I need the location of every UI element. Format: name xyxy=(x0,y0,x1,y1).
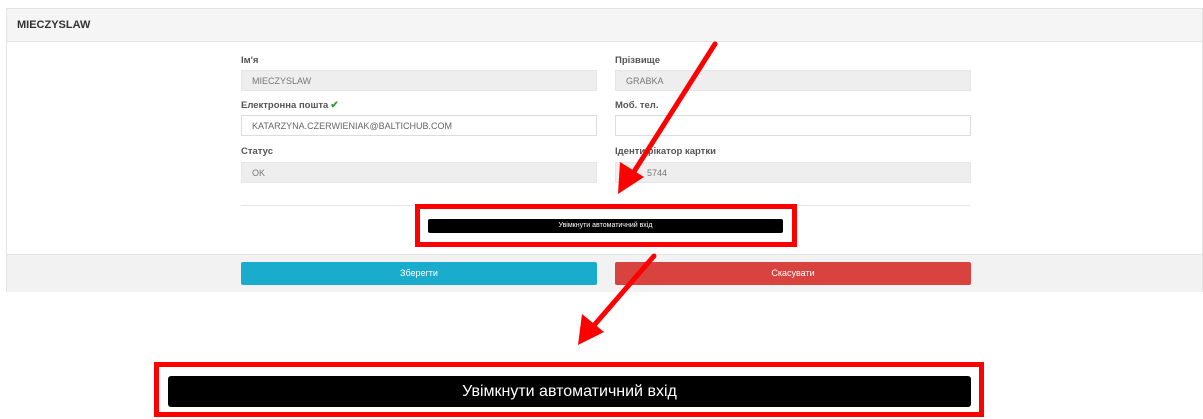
highlight-box-large xyxy=(154,362,984,417)
last-name-field[interactable]: GRABKA xyxy=(615,70,971,91)
card-id-field[interactable]: 5744 xyxy=(615,162,971,183)
highlight-box-small xyxy=(415,204,797,247)
status-label: Статус xyxy=(241,146,274,157)
status-field[interactable]: OK xyxy=(241,162,597,183)
card-id-label: Ідентифікатор картки xyxy=(615,146,716,157)
user-profile-panel: MIECZYSLAW Ім'я MIECZYSLAW Прізвище GRAB… xyxy=(6,8,1203,292)
mobile-label: Моб. тел. xyxy=(615,100,659,111)
email-label: Електронна пошта ✔ xyxy=(241,100,339,111)
check-icon: ✔ xyxy=(330,100,339,111)
panel-header: MIECZYSLAW xyxy=(7,9,1202,42)
panel-title: MIECZYSLAW xyxy=(17,19,91,31)
first-name-label: Ім'я xyxy=(241,55,259,66)
last-name-label: Прізвище xyxy=(615,55,660,66)
mobile-field[interactable] xyxy=(615,115,971,136)
first-name-field[interactable]: MIECZYSLAW xyxy=(241,70,597,91)
email-field[interactable]: KATARZYNA.CZERWIENIAK@BALTICHUB.COM xyxy=(241,115,597,136)
arrow-bottom-head-icon xyxy=(578,314,604,345)
cancel-button[interactable]: Скасувати xyxy=(615,262,971,285)
form-footer: Зберегти Скасувати xyxy=(7,254,1202,292)
email-label-text: Електронна пошта xyxy=(241,100,329,111)
save-button[interactable]: Зберегти xyxy=(241,262,597,285)
